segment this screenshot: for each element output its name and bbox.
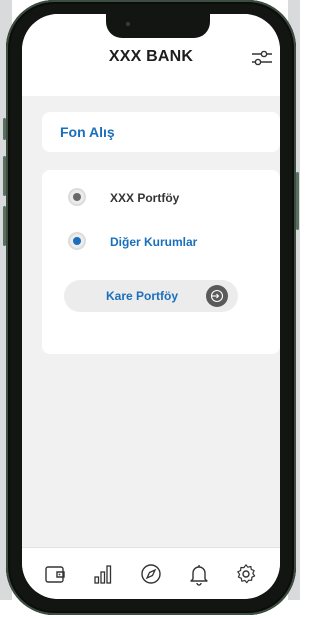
- radio-diger-kurumlar[interactable]: [68, 232, 86, 250]
- app-screen: XXX BANK Fon Alış XXX Portföy Diğer Kuru…: [22, 14, 280, 599]
- side-button: [296, 172, 299, 230]
- side-button: [3, 156, 6, 196]
- radio-xxx-portfoy[interactable]: [68, 188, 86, 206]
- gear-icon[interactable]: [234, 562, 258, 586]
- radio-dot-selected: [73, 237, 81, 245]
- option-label-xxx-portfoy[interactable]: XXX Portföy: [110, 191, 179, 205]
- phone-frame: XXX BANK Fon Alış XXX Portföy Diğer Kuru…: [3, 0, 299, 615]
- compass-icon[interactable]: [139, 562, 163, 586]
- option-label-diger-kurumlar[interactable]: Diğer Kurumlar: [110, 235, 197, 249]
- app-title: XXX BANK: [108, 48, 194, 65]
- fund-purchase-label: Fon Alış: [60, 124, 115, 140]
- camera-dot: [126, 22, 130, 26]
- bell-icon[interactable]: [187, 562, 211, 586]
- sub-option-label: Kare Portföy: [106, 289, 179, 303]
- notch: [106, 14, 210, 38]
- radio-dot: [73, 193, 81, 201]
- sub-option-arrow-button[interactable]: [206, 285, 228, 307]
- bar-chart-icon[interactable]: [91, 562, 115, 586]
- sub-option-kare-portfoy[interactable]: Kare Portföy: [64, 280, 238, 312]
- side-button: [3, 206, 6, 246]
- fund-purchase-card: Fon Alış: [42, 112, 280, 152]
- side-button: [3, 118, 6, 140]
- filter-icon[interactable]: [250, 48, 274, 68]
- enter-arrow-icon: [210, 289, 224, 303]
- wallet-icon[interactable]: [43, 562, 67, 586]
- bottom-tab-bar: [22, 547, 280, 599]
